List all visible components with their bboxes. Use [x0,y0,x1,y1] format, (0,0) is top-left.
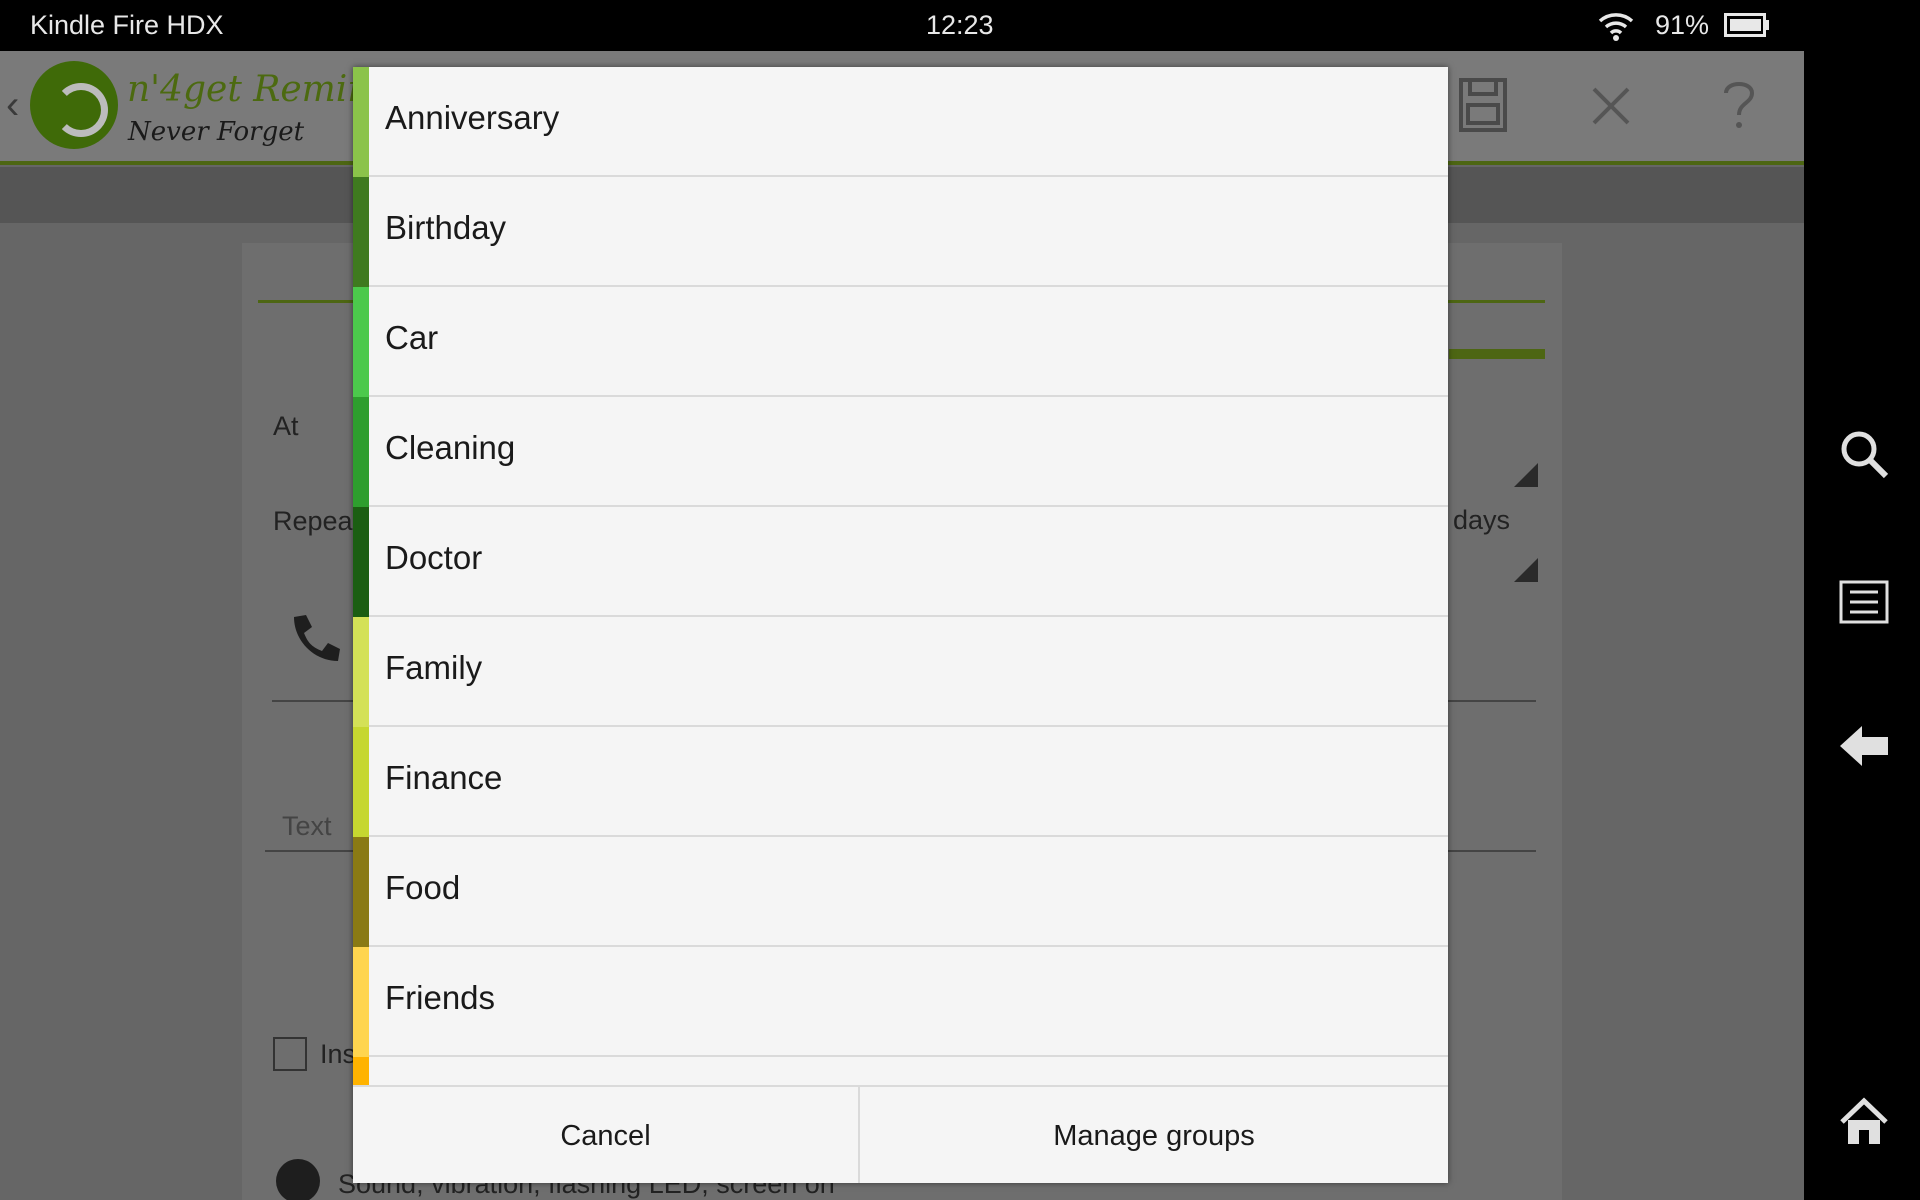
group-item[interactable]: Birthday [353,177,1448,287]
group-color-swatch [353,837,369,947]
clock: 12:23 [926,10,994,40]
group-item[interactable]: Car [353,287,1448,397]
app-logo [30,61,118,149]
group-color-swatch [353,67,369,177]
repeat-unit: days [1453,505,1511,535]
group-item-label: Birthday [385,209,507,246]
group-color-swatch [353,617,369,727]
group-item-label: Car [385,319,439,356]
insistent-checkbox[interactable] [273,1037,307,1071]
battery-percentage: 91% [1655,10,1710,40]
group-item-label: Finance [385,759,503,796]
group-color-swatch [353,727,369,837]
help-icon[interactable] [1714,77,1764,133]
phone-icon[interactable] [288,611,342,665]
alert-icon [276,1159,320,1200]
back-icon[interactable] [1838,720,1890,772]
close-icon[interactable] [1586,77,1636,133]
repeat-label: Repeat [273,506,361,536]
save-icon[interactable] [1458,77,1508,133]
back-chevron-icon[interactable]: ‹ [6,83,19,128]
manage-groups-button[interactable]: Manage groups [860,1087,1448,1183]
battery-icon [1724,13,1769,37]
group-item[interactable]: Doctor [353,507,1448,617]
group-item[interactable]: Friends [353,947,1448,1057]
wifi-icon [1598,13,1634,41]
search-icon[interactable] [1838,428,1890,480]
at-label: At [273,411,299,441]
group-picker-dialog: Anniversary Birthday Car Cleaning Doctor Fami… [353,67,1448,1183]
group-color-swatch [353,507,369,617]
app-subtitle: Never Forget [128,117,305,147]
dialog-button-bar: Cancel Manage groups [353,1085,1448,1183]
repeat-dropdown-arrow-icon[interactable] [1514,558,1538,582]
status-bar: Kindle Fire HDX 12:23 91% [0,0,1804,51]
group-item-label: Friends [385,979,496,1016]
group-item[interactable]: Family [353,617,1448,727]
menu-icon[interactable] [1838,576,1890,628]
group-color-swatch [353,947,369,1057]
group-color-swatch [353,1057,369,1085]
group-item[interactable] [353,1057,1448,1085]
group-item-label: Food [385,869,461,906]
group-item-label: Anniversary [385,99,560,136]
group-item-label: Cleaning [385,429,516,466]
group-item[interactable]: Cleaning [353,397,1448,507]
group-item[interactable]: Anniversary [353,67,1448,177]
system-nav-bar [1804,0,1920,1200]
at-dropdown-arrow-icon[interactable] [1514,463,1538,487]
home-icon[interactable] [1838,1096,1890,1148]
group-item-label: Doctor [385,539,483,576]
group-list: Anniversary Birthday Car Cleaning Doctor Fami… [353,67,1448,1085]
group-color-swatch [353,397,369,507]
text-input[interactable]: Text [282,811,332,842]
group-item[interactable]: Food [353,837,1448,947]
group-color-swatch [353,287,369,397]
device-name: Kindle Fire HDX [30,10,224,40]
cancel-button[interactable]: Cancel [353,1087,860,1183]
group-item[interactable]: Finance [353,727,1448,837]
tab-indicator [1449,349,1545,359]
group-color-swatch [353,177,369,287]
group-item-label: Family [385,649,483,686]
